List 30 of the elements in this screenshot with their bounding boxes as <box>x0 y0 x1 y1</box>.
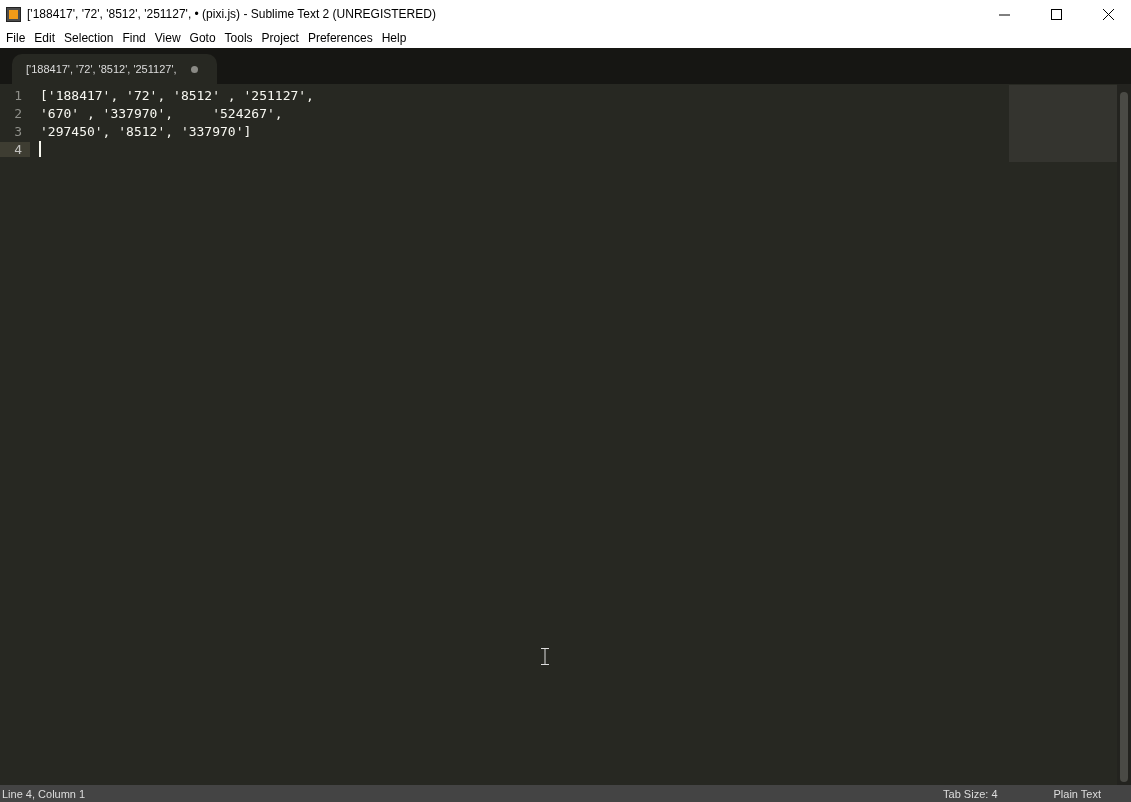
close-icon <box>1102 8 1114 20</box>
menu-item[interactable]: Find <box>119 31 152 45</box>
code-line: '297450', '8512', '337970'] <box>39 123 252 139</box>
line-number: 2 <box>13 105 23 121</box>
tab-label: ['188417', '72', '8512', '251127', <box>26 63 177 75</box>
menu-item[interactable]: Goto <box>186 31 222 45</box>
tab-size[interactable]: Tab Size: 4 <box>943 787 998 800</box>
menu-item[interactable]: Edit <box>31 31 62 45</box>
menu-item[interactable]: File <box>3 31 32 45</box>
line-number: 4 <box>0 141 30 157</box>
line-number: 1 <box>13 87 23 103</box>
file-tab[interactable]: ['188417', '72', '8512', '251127', <box>12 54 217 84</box>
syntax-mode[interactable]: Plain Text <box>1053 787 1101 800</box>
minimap[interactable] <box>1009 85 1117 162</box>
scrollbar-thumb[interactable] <box>1120 92 1128 782</box>
menu-item[interactable]: Tools <box>221 31 259 45</box>
menu-item[interactable]: Selection <box>61 31 120 45</box>
menu-item[interactable]: Project <box>258 31 305 45</box>
menu-item[interactable]: Preferences <box>304 31 379 45</box>
menu-item[interactable]: Help <box>378 31 413 45</box>
app-icon <box>6 6 21 22</box>
line-number: 3 <box>13 123 23 139</box>
window-title: ['188417', '72', '8512', '251127', • (pixi.js) - Sublime Text 2 (UNREGISTERED) <box>27 7 437 21</box>
code-line: ['188417', '72', '8512' , '251127', <box>39 87 314 103</box>
cursor-position: Line 4, Column 1 <box>2 787 86 800</box>
text-cursor <box>39 141 41 157</box>
code-line: '670' , '337970', '524267', <box>39 105 283 121</box>
menu-item[interactable]: View <box>151 31 187 45</box>
maximize-icon <box>1050 8 1062 20</box>
ibeam-cursor-icon <box>541 648 549 665</box>
